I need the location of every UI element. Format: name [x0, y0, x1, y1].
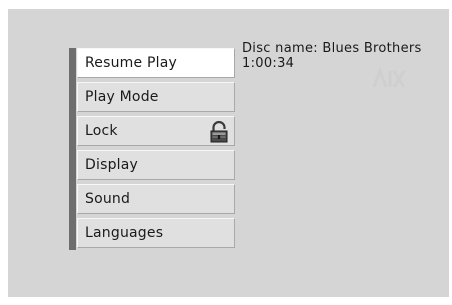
- faint-logo-watermark: [370, 65, 410, 91]
- menu-item-label: Sound: [85, 191, 131, 207]
- dvd-menu-screen: Resume Play Play Mode Lock Display Sound…: [8, 9, 449, 297]
- menu-item-languages[interactable]: Languages: [77, 218, 235, 248]
- menu-item-resume-play[interactable]: Resume Play: [77, 48, 235, 78]
- menu-accent-bar: [69, 48, 76, 250]
- padlock-icon: [209, 120, 229, 143]
- menu-item-label: Languages: [85, 225, 164, 241]
- menu-item-lock[interactable]: Lock: [77, 116, 235, 146]
- menu-item-label: Play Mode: [85, 89, 159, 105]
- menu-item-sound[interactable]: Sound: [77, 184, 235, 214]
- menu-item-display[interactable]: Display: [77, 150, 235, 180]
- menu-item-label: Lock: [85, 123, 118, 139]
- menu-item-play-mode[interactable]: Play Mode: [77, 82, 235, 112]
- menu-item-label: Display: [85, 157, 139, 173]
- disc-name-text: Disc name: Blues Brothers: [242, 41, 422, 56]
- playback-time-text: 1:00:34: [242, 56, 295, 71]
- menu-item-label: Resume Play: [85, 55, 177, 71]
